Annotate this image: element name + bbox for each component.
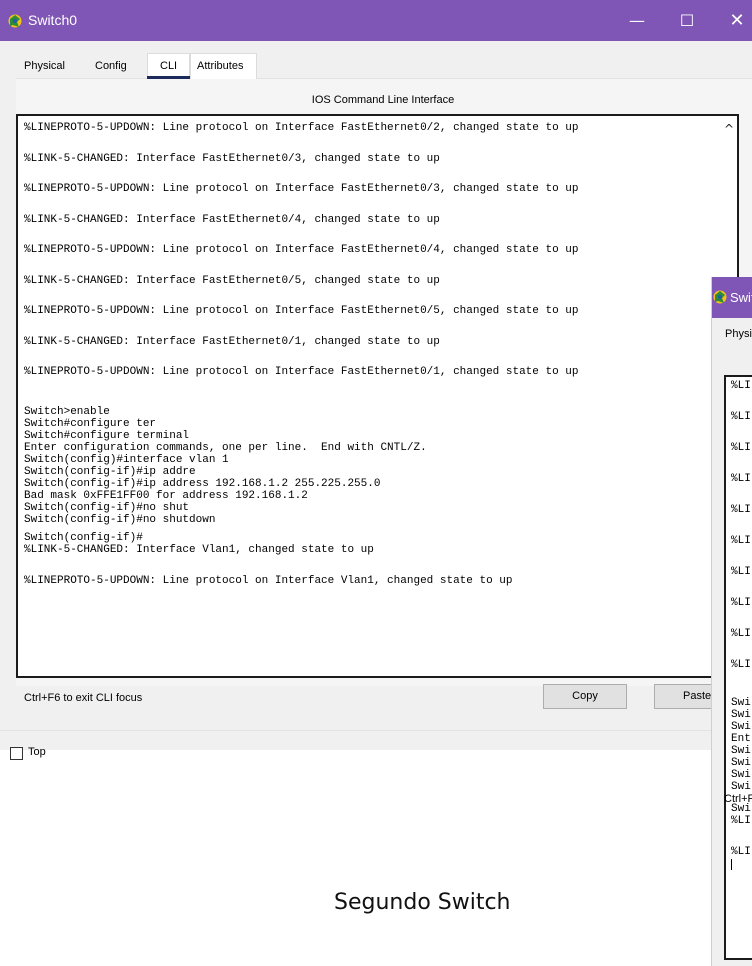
cli-console[interactable]: %LINEPROTO-5-UPDOWN: Line protocol on In… [16, 114, 739, 678]
top-checkbox-label: Top [28, 746, 46, 758]
second-title-bar[interactable]: Swit [712, 277, 752, 318]
maximize-button[interactable]: ☐ [664, 0, 710, 41]
active-tab-indicator [147, 76, 190, 79]
tab-cli[interactable]: CLI [160, 60, 178, 72]
scroll-up-icon[interactable]: ^ [724, 122, 734, 136]
packet-tracer-icon [8, 14, 22, 28]
top-checkbox-row [0, 730, 752, 750]
cli-command-line: Switch#configure terminal [24, 430, 190, 442]
minimize-button[interactable]: — [614, 0, 660, 41]
second-cli-line: Ent [731, 733, 751, 745]
second-switch-window: Swit Physi %LI %LI %LI %LI %LI %LI %LI %… [711, 277, 752, 966]
text-cursor [731, 859, 732, 870]
second-cli-line: Swi [731, 757, 751, 769]
top-checkbox[interactable] [10, 747, 23, 760]
cli-log-line: %LINK-5-CHANGED: Interface FastEthernet0… [24, 213, 440, 226]
cli-command-line: Switch(config-if)# [24, 532, 143, 544]
cli-command-line: Bad mask 0xFFE1FF00 for address 192.168.… [24, 490, 308, 502]
second-cli-line: %LI [731, 442, 751, 454]
second-cli-line: Swi [731, 709, 751, 721]
cli-log-line: %LINK-5-CHANGED: Interface FastEthernet0… [24, 335, 440, 348]
cli-command-line: Switch(config-if)#ip address 192.168.1.2… [24, 478, 381, 490]
cli-command-line: Switch>enable [24, 406, 110, 418]
second-cli-line: %LI [731, 597, 751, 609]
cli-output: %LINEPROTO-5-UPDOWN: Line protocol on In… [24, 122, 579, 587]
second-cli-line: Swi [731, 745, 751, 757]
second-cli-line: %LI [731, 380, 751, 392]
close-button[interactable]: ✕ [714, 0, 752, 41]
cli-command-line: Switch(config-if)#ip addre [24, 466, 196, 478]
cli-log-line: %LINK-5-CHANGED: Interface FastEthernet0… [24, 274, 440, 287]
cli-command-line: Switch#configure ter [24, 418, 157, 430]
second-cli-line: %LI [731, 411, 751, 423]
tab-physical[interactable]: Physical [24, 60, 65, 72]
cli-log-line: %LINEPROTO-5-UPDOWN: Line protocol on In… [24, 244, 579, 256]
second-cli-line: %LI [731, 628, 751, 640]
cli-heading: IOS Command Line Interface [311, 94, 455, 106]
second-cli-line: %LI [731, 659, 751, 671]
second-cli-console[interactable]: %LI %LI %LI %LI %LI %LI %LI %LI %LI %LI … [724, 375, 752, 960]
title-bar[interactable]: Switch0 — ☐ ✕ [0, 0, 752, 41]
second-cli-line: %LI [731, 815, 751, 827]
second-cli-line: %LI [731, 504, 751, 516]
second-cli-line: %LI [731, 566, 751, 578]
cli-command-line: Enter configuration commands, one per li… [24, 442, 427, 454]
second-cli-line: Swi [731, 781, 751, 793]
second-cli-line: %LI [731, 846, 751, 858]
cli-log-line: %LINK-5-CHANGED: Interface Vlan1, change… [24, 544, 374, 556]
second-cli-line: %LI [731, 535, 751, 547]
second-focus-hint: Ctrl+F [724, 793, 752, 805]
copy-button[interactable]: Copy [543, 684, 627, 709]
tab-config[interactable]: Config [95, 60, 127, 72]
cli-log-line: %LINK-5-CHANGED: Interface FastEthernet0… [24, 152, 440, 165]
cli-log-line: %LINEPROTO-5-UPDOWN: Line protocol on In… [24, 122, 579, 134]
caption-text: Segundo Switch [334, 890, 511, 915]
tab-attributes[interactable]: Attributes [197, 60, 243, 72]
cli-log-line: %LINEPROTO-5-UPDOWN: Line protocol on In… [24, 305, 579, 317]
packet-tracer-icon [713, 290, 727, 304]
cli-focus-hint: Ctrl+F6 to exit CLI focus [24, 692, 143, 704]
second-cli-line: %LI [731, 473, 751, 485]
cli-command-line: Switch(config-if)#no shutdown [24, 514, 216, 526]
cli-log-line: %LINEPROTO-5-UPDOWN: Line protocol on In… [24, 183, 579, 195]
cli-log-line: %LINEPROTO-5-UPDOWN: Line protocol on In… [24, 574, 513, 587]
second-window-title: Swit [730, 290, 752, 305]
window-title: Switch0 [28, 12, 78, 28]
cli-command-line: Switch(config-if)#no shut [24, 502, 190, 514]
switch0-window: Switch0 — ☐ ✕ Physical Config CLI Attrib… [0, 0, 752, 730]
cli-command-line: Switch(config)#interface vlan 1 [24, 454, 229, 466]
cli-log-line: %LINEPROTO-5-UPDOWN: Line protocol on In… [24, 366, 579, 378]
second-tab-physical[interactable]: Physi [725, 328, 752, 340]
second-cli-line: Swi [731, 769, 751, 781]
second-cli-line: Swi [731, 697, 751, 709]
second-cli-line: Swi [731, 721, 751, 733]
